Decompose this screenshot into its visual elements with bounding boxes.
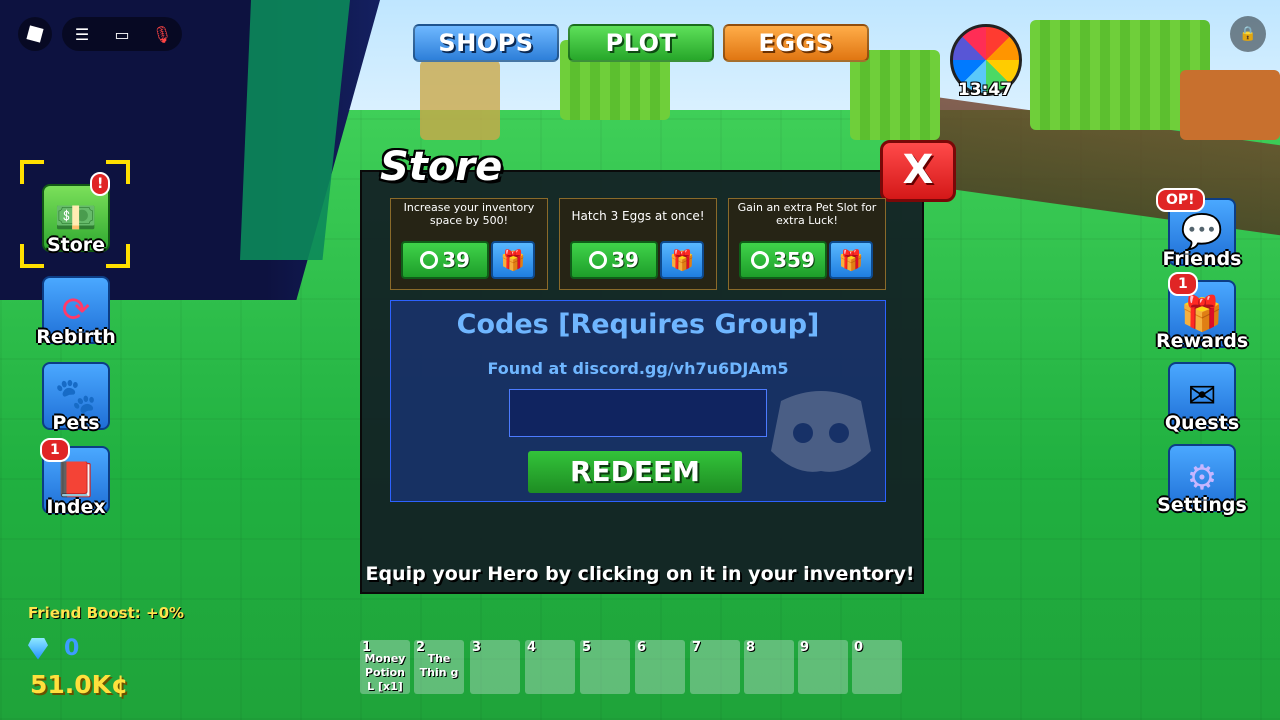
eggs-button[interactable]: EGGS xyxy=(723,24,869,62)
discord-logo-icon xyxy=(771,391,871,472)
friends-menu-button[interactable]: 💬 Friends OP! xyxy=(1156,188,1248,270)
gift-button[interactable]: 🎁 xyxy=(829,241,873,279)
gems-value: 0 xyxy=(64,636,80,661)
slot-number: 9 xyxy=(800,640,810,655)
store-menu-button[interactable]: 💵 Store ! xyxy=(30,172,122,256)
slot-number: 4 xyxy=(527,640,537,655)
index-label: Index xyxy=(46,496,106,518)
robux-icon xyxy=(420,251,439,269)
hotbar-slot[interactable]: 5 xyxy=(580,640,630,694)
buy-button[interactable]: 39 xyxy=(570,241,658,279)
triple-hatch-card: Hatch 3 Eggs at once! 39 🎁 xyxy=(559,198,717,290)
slot-number: 3 xyxy=(472,640,482,655)
store-label: Store xyxy=(46,234,106,256)
index-menu-button[interactable]: 📕 Index 1 xyxy=(30,438,122,518)
robux-icon xyxy=(751,251,770,269)
tree xyxy=(1180,70,1280,140)
quests-label: Quests xyxy=(1164,412,1240,434)
slot-number: 6 xyxy=(637,640,647,655)
gift-button[interactable]: 🎁 xyxy=(660,241,704,279)
slot-number: 7 xyxy=(692,640,702,655)
pets-label: Pets xyxy=(52,412,100,434)
code-input[interactable] xyxy=(509,389,767,437)
quests-menu-button[interactable]: ✉ Quests xyxy=(1156,362,1248,434)
rewards-menu-button[interactable]: 🎁 Rewards 1 xyxy=(1156,272,1249,352)
roblox-logo-icon xyxy=(26,25,44,43)
roblox-menu-button[interactable] xyxy=(18,17,52,51)
gems-counter: 0 xyxy=(28,636,79,661)
codes-section: Codes [Requires Group] Found at discord.… xyxy=(390,300,886,502)
slot-number: 8 xyxy=(746,640,756,655)
plot-button[interactable]: PLOT xyxy=(568,24,714,62)
rewards-count-badge: 1 xyxy=(1168,272,1198,296)
pet-slot-card: Gain an extra Pet Slot for extra Luck! 3… xyxy=(728,198,886,290)
tree xyxy=(420,60,500,140)
card-description: Increase your inventory space by 500! xyxy=(403,201,535,227)
friends-label: Friends xyxy=(1162,248,1242,270)
hotbar-slot[interactable]: 6 xyxy=(635,640,685,694)
buy-button[interactable]: 39 xyxy=(401,241,489,279)
hotbar-slot[interactable]: 3 xyxy=(470,640,520,694)
gift-button[interactable]: 🎁 xyxy=(491,241,535,279)
hamburger-menu-icon[interactable]: ☰ xyxy=(70,25,94,44)
index-count-badge: 1 xyxy=(40,438,70,462)
discord-link: Found at discord.gg/vh7u6DJAm5 xyxy=(487,359,789,378)
shops-button[interactable]: SHOPS xyxy=(413,24,559,62)
slot-item-name: Money Potion L [x1] xyxy=(364,652,406,693)
hotbar-slot[interactable]: 9 xyxy=(798,640,848,694)
card-description: Gain an extra Pet Slot for extra Luck! xyxy=(737,201,877,227)
gem-icon xyxy=(28,637,48,660)
roblox-toolbar: ☰ ▭ 🎙 xyxy=(62,17,182,51)
card-description: Hatch 3 Eggs at once! xyxy=(571,209,705,223)
hotbar-slot[interactable]: 7 xyxy=(690,640,740,694)
inventory-upgrade-card: Increase your inventory space by 500! 39… xyxy=(390,198,548,290)
chat-icon[interactable]: ▭ xyxy=(110,25,134,44)
slot-item-name: The Thin g xyxy=(419,652,459,679)
lock-icon[interactable]: 🔒 xyxy=(1230,16,1266,52)
redeem-button[interactable]: REDEEM xyxy=(528,451,742,493)
hotbar-slot[interactable]: 2 The Thin g xyxy=(414,640,464,694)
slot-number: 0 xyxy=(854,640,864,655)
pets-menu-button[interactable]: 🐾 Pets xyxy=(30,362,122,434)
robux-icon xyxy=(589,251,608,269)
price-label: 39 xyxy=(442,248,470,272)
close-button[interactable]: X xyxy=(880,140,956,202)
price-label: 359 xyxy=(773,248,815,272)
microphone-muted-icon[interactable]: 🎙 xyxy=(150,25,174,44)
hotbar-slot[interactable]: 8 xyxy=(744,640,794,694)
rewards-label: Rewards xyxy=(1156,330,1249,352)
wheel-timer: 13:47 xyxy=(957,80,1013,100)
rebirth-label: Rebirth xyxy=(36,326,116,348)
slot-number: 5 xyxy=(582,640,592,655)
price-label: 39 xyxy=(611,248,639,272)
equip-hint: Equip your Hero by clicking on it in you… xyxy=(365,563,915,585)
tree xyxy=(850,50,940,140)
store-alert-badge: ! xyxy=(90,172,111,196)
friend-boost-label: Friend Boost: +0% xyxy=(28,604,185,622)
friends-op-badge: OP! xyxy=(1156,188,1205,212)
settings-menu-button[interactable]: ⚙ Settings xyxy=(1156,444,1248,516)
settings-label: Settings xyxy=(1157,494,1247,516)
buy-button[interactable]: 359 xyxy=(739,241,827,279)
hotbar-slot[interactable]: 1 Money Potion L [x1] xyxy=(360,640,410,694)
rebirth-menu-button[interactable]: ⟳ Rebirth xyxy=(30,276,122,348)
codes-title: Codes [Requires Group] xyxy=(456,309,820,340)
store-title: Store xyxy=(380,144,503,190)
cash-value: 51.0K¢ xyxy=(30,670,129,699)
hotbar-slot[interactable]: 0 xyxy=(852,640,902,694)
hotbar-slot[interactable]: 4 xyxy=(525,640,575,694)
